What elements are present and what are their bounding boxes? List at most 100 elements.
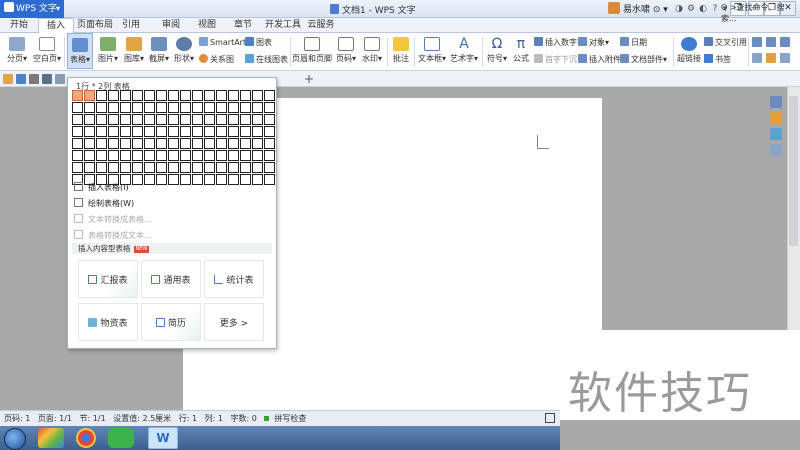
grid-cell[interactable] bbox=[264, 126, 275, 137]
grid-cell[interactable] bbox=[108, 162, 119, 173]
grid-cell[interactable] bbox=[252, 174, 263, 185]
date-button[interactable]: 日期 bbox=[620, 37, 647, 48]
grid-cell[interactable] bbox=[252, 114, 263, 125]
grid-cell[interactable] bbox=[168, 114, 179, 125]
shapes-button[interactable]: 形状▾ bbox=[172, 33, 196, 64]
tab-section[interactable]: 章节 bbox=[228, 18, 258, 33]
grid-cell[interactable] bbox=[96, 162, 107, 173]
grid-cell[interactable] bbox=[84, 126, 95, 137]
grid-cell[interactable] bbox=[108, 90, 119, 101]
online-chart-button[interactable]: 在线图表 bbox=[245, 54, 288, 65]
grid-cell[interactable] bbox=[228, 102, 239, 113]
grid-cell[interactable] bbox=[144, 138, 155, 149]
grid-cell[interactable] bbox=[204, 114, 215, 125]
print-preview-icon[interactable] bbox=[29, 74, 39, 84]
grid-cell[interactable] bbox=[192, 102, 203, 113]
grid-cell[interactable] bbox=[228, 90, 239, 101]
grid-cell[interactable] bbox=[264, 102, 275, 113]
supplies-table-card[interactable]: 物资表 bbox=[78, 303, 138, 341]
help-icon[interactable]: ? bbox=[710, 4, 720, 14]
grid-cell[interactable] bbox=[132, 90, 143, 101]
relation-chart-button[interactable]: 关系图 bbox=[199, 54, 234, 65]
draw-table-item[interactable]: 绘制表格(W) bbox=[74, 198, 134, 209]
grid-cell[interactable] bbox=[252, 102, 263, 113]
grid-cell[interactable] bbox=[132, 162, 143, 173]
grid-cell[interactable] bbox=[168, 102, 179, 113]
grid-cell[interactable] bbox=[264, 90, 275, 101]
grid-cell[interactable] bbox=[204, 162, 215, 173]
user-account[interactable]: 易水啸 ⊙ ▾ bbox=[608, 2, 668, 15]
grid-cell[interactable] bbox=[72, 138, 83, 149]
grid-cell[interactable] bbox=[228, 138, 239, 149]
grid-cell[interactable] bbox=[240, 138, 251, 149]
doc-part-button[interactable]: 文档部件▾ bbox=[620, 54, 667, 65]
grid-cell[interactable] bbox=[228, 114, 239, 125]
app-menu-dropdown-arrow[interactable]: ▾ bbox=[56, 0, 66, 18]
grid-cell[interactable] bbox=[216, 102, 227, 113]
grid-cell[interactable] bbox=[144, 102, 155, 113]
grid-cell[interactable] bbox=[72, 102, 83, 113]
first-char-sink-button[interactable]: 首字下沉 bbox=[534, 54, 577, 65]
watermark-button[interactable]: 水印▾ bbox=[360, 33, 384, 64]
grid-cell[interactable] bbox=[240, 162, 251, 173]
grid-cell[interactable] bbox=[240, 174, 251, 185]
settings-gear-icon[interactable]: ⚙ bbox=[686, 4, 696, 14]
grid-cell[interactable] bbox=[192, 162, 203, 173]
insert-number-button[interactable]: 插入数字 bbox=[534, 37, 577, 48]
grid-cell[interactable] bbox=[120, 126, 131, 137]
resume-table-card[interactable]: 简历 bbox=[141, 303, 201, 341]
grid-cell[interactable] bbox=[132, 102, 143, 113]
grid-cell[interactable] bbox=[180, 138, 191, 149]
grid-cell[interactable] bbox=[240, 126, 251, 137]
grid-cell[interactable] bbox=[120, 138, 131, 149]
chart-button[interactable]: 图表 bbox=[245, 37, 272, 48]
user-status-dropdown[interactable]: ⊙ ▾ bbox=[653, 5, 668, 15]
table-button[interactable]: 表格▾ bbox=[67, 33, 93, 69]
grid-cell[interactable] bbox=[216, 114, 227, 125]
grid-cell[interactable] bbox=[180, 150, 191, 161]
grid-cell[interactable] bbox=[120, 114, 131, 125]
grid-cell[interactable] bbox=[72, 114, 83, 125]
grid-cell[interactable] bbox=[192, 90, 203, 101]
statistics-table-card[interactable]: 统计表 bbox=[204, 260, 264, 298]
grid-cell[interactable] bbox=[180, 114, 191, 125]
grid-cell[interactable] bbox=[216, 174, 227, 185]
textbox-button[interactable]: 文本框▾ bbox=[417, 33, 447, 64]
grid-cell[interactable] bbox=[252, 150, 263, 161]
grid-cell[interactable] bbox=[216, 150, 227, 161]
grid-cell[interactable] bbox=[204, 138, 215, 149]
grid-cell[interactable] bbox=[84, 114, 95, 125]
grid-cell[interactable] bbox=[228, 126, 239, 137]
grid-cell[interactable] bbox=[240, 102, 251, 113]
bookmark-button[interactable]: 书签 bbox=[704, 54, 731, 65]
picture-button[interactable]: 图片▾ bbox=[95, 33, 121, 64]
taskbar-wps-button[interactable]: W bbox=[148, 427, 178, 449]
grid-cell[interactable] bbox=[72, 150, 83, 161]
chrome-icon[interactable] bbox=[76, 428, 96, 448]
grid-cell[interactable] bbox=[168, 174, 179, 185]
grid-cell[interactable] bbox=[84, 162, 95, 173]
wordart-button[interactable]: A 艺术字▾ bbox=[449, 33, 479, 64]
grid-cell[interactable] bbox=[240, 150, 251, 161]
general-table-card[interactable]: 通用表 bbox=[141, 260, 201, 298]
table-size-grid[interactable] bbox=[72, 90, 275, 185]
grid-cell[interactable] bbox=[204, 102, 215, 113]
user-name[interactable]: 易水啸 bbox=[623, 5, 650, 15]
grid-cell[interactable] bbox=[120, 90, 131, 101]
grid-cell[interactable] bbox=[192, 150, 203, 161]
grid-cell[interactable] bbox=[216, 90, 227, 101]
grid-cell[interactable] bbox=[264, 114, 275, 125]
grid-cell[interactable] bbox=[96, 102, 107, 113]
grid-cell[interactable] bbox=[156, 174, 167, 185]
grid-cell[interactable] bbox=[168, 90, 179, 101]
format-icon[interactable] bbox=[752, 53, 762, 63]
grid-cell[interactable] bbox=[216, 162, 227, 173]
grid-cell[interactable] bbox=[156, 126, 167, 137]
taskbar-app-icon[interactable] bbox=[38, 428, 64, 448]
symbol-button[interactable]: Ω 符号▾ bbox=[485, 33, 509, 64]
grid-cell[interactable] bbox=[144, 114, 155, 125]
theme-icon[interactable]: ◐ bbox=[698, 4, 708, 14]
grid-cell[interactable] bbox=[132, 150, 143, 161]
screenshot-button[interactable]: 截屏▾ bbox=[147, 33, 171, 64]
report-table-card[interactable]: 汇报表 bbox=[78, 260, 138, 298]
